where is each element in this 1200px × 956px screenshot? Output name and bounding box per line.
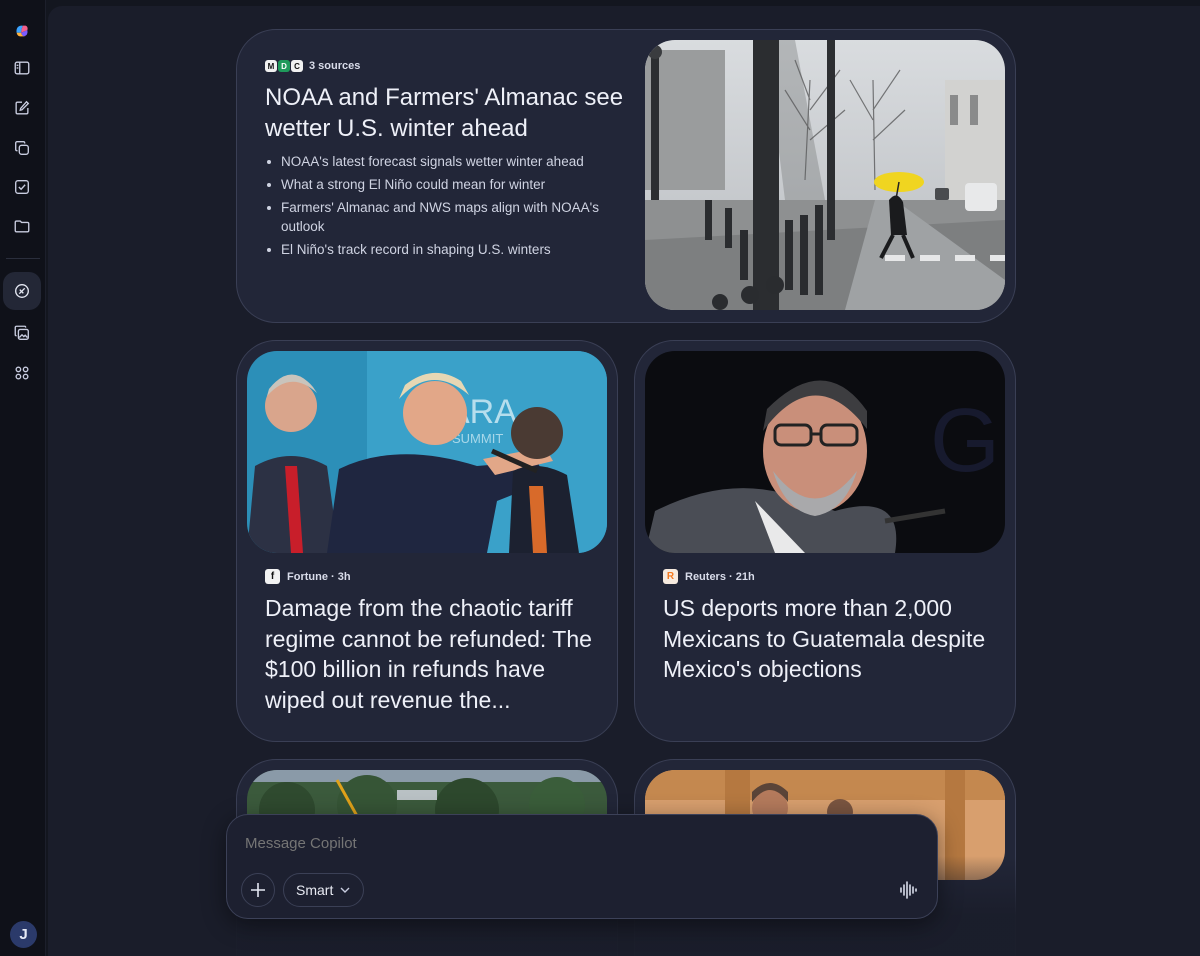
apps-icon[interactable]	[3, 354, 41, 392]
message-input[interactable]	[245, 835, 845, 852]
imagine-icon[interactable]	[3, 314, 41, 352]
hero-text: M D C 3 sources NOAA and Farmers' Almana…	[265, 60, 625, 263]
story-card[interactable]: G R Reuters · 21h US deports more than 2…	[634, 340, 1016, 742]
voice-icon	[900, 881, 917, 899]
sidebar-divider	[6, 258, 40, 259]
plus-icon	[251, 883, 265, 897]
publisher-label: Reuters · 21h	[685, 570, 755, 583]
discover-icon[interactable]	[3, 272, 41, 310]
publisher-row[interactable]: f Fortune · 3h	[265, 569, 351, 584]
sources-row[interactable]: M D C 3 sources	[265, 60, 625, 72]
hero-image	[645, 40, 1005, 310]
sidebar-toggle-icon[interactable]	[3, 49, 41, 87]
hero-bullet: Farmers' Almanac and NWS maps align with…	[265, 198, 625, 236]
mode-label: Smart	[296, 882, 334, 898]
source-logo: M	[265, 60, 277, 72]
publisher-row[interactable]: R Reuters · 21h	[663, 569, 755, 584]
hero-title[interactable]: NOAA and Farmers' Almanac see wetter U.S…	[265, 82, 625, 144]
story-card[interactable]: ARA SUMMIT f Fortune · 3h Damage from th…	[236, 340, 618, 742]
voice-button[interactable]	[895, 877, 921, 903]
sidebar: J	[0, 0, 46, 956]
message-composer: Smart	[226, 814, 938, 919]
source-logo: C	[291, 60, 303, 72]
mode-selector-button[interactable]: Smart	[283, 873, 365, 907]
reuters-logo-icon: R	[663, 569, 678, 584]
library-icon[interactable]	[3, 129, 41, 167]
hero-bullets: NOAA's latest forecast signals wetter wi…	[265, 152, 625, 259]
folder-icon[interactable]	[3, 207, 41, 245]
hero-bullet: NOAA's latest forecast signals wetter wi…	[265, 152, 625, 171]
source-logo: D	[278, 60, 290, 72]
svg-text:G: G	[930, 391, 1000, 491]
sources-label: 3 sources	[309, 60, 361, 72]
story-title[interactable]: Damage from the chaotic tariff regime ca…	[265, 593, 595, 715]
hero-bullet: El Niño's track record in shaping U.S. w…	[265, 240, 625, 259]
story-image: G	[645, 351, 1005, 553]
story-title[interactable]: US deports more than 2,000 Mexicans to G…	[663, 593, 993, 685]
new-chat-icon[interactable]	[3, 89, 41, 127]
copilot-logo-icon[interactable]	[3, 12, 41, 50]
chevron-down-icon	[340, 887, 350, 893]
avatar[interactable]: J	[10, 921, 37, 948]
story-image: ARA SUMMIT	[247, 351, 607, 553]
hero-story-card[interactable]: M D C 3 sources NOAA and Farmers' Almana…	[236, 29, 1016, 323]
publisher-label: Fortune · 3h	[287, 570, 351, 583]
hero-bullet: What a strong El Niño could mean for win…	[265, 175, 625, 194]
add-attachment-button[interactable]	[241, 873, 275, 907]
tasks-icon[interactable]	[3, 168, 41, 206]
fortune-logo-icon: f	[265, 569, 280, 584]
source-logos: M D C	[265, 60, 303, 72]
